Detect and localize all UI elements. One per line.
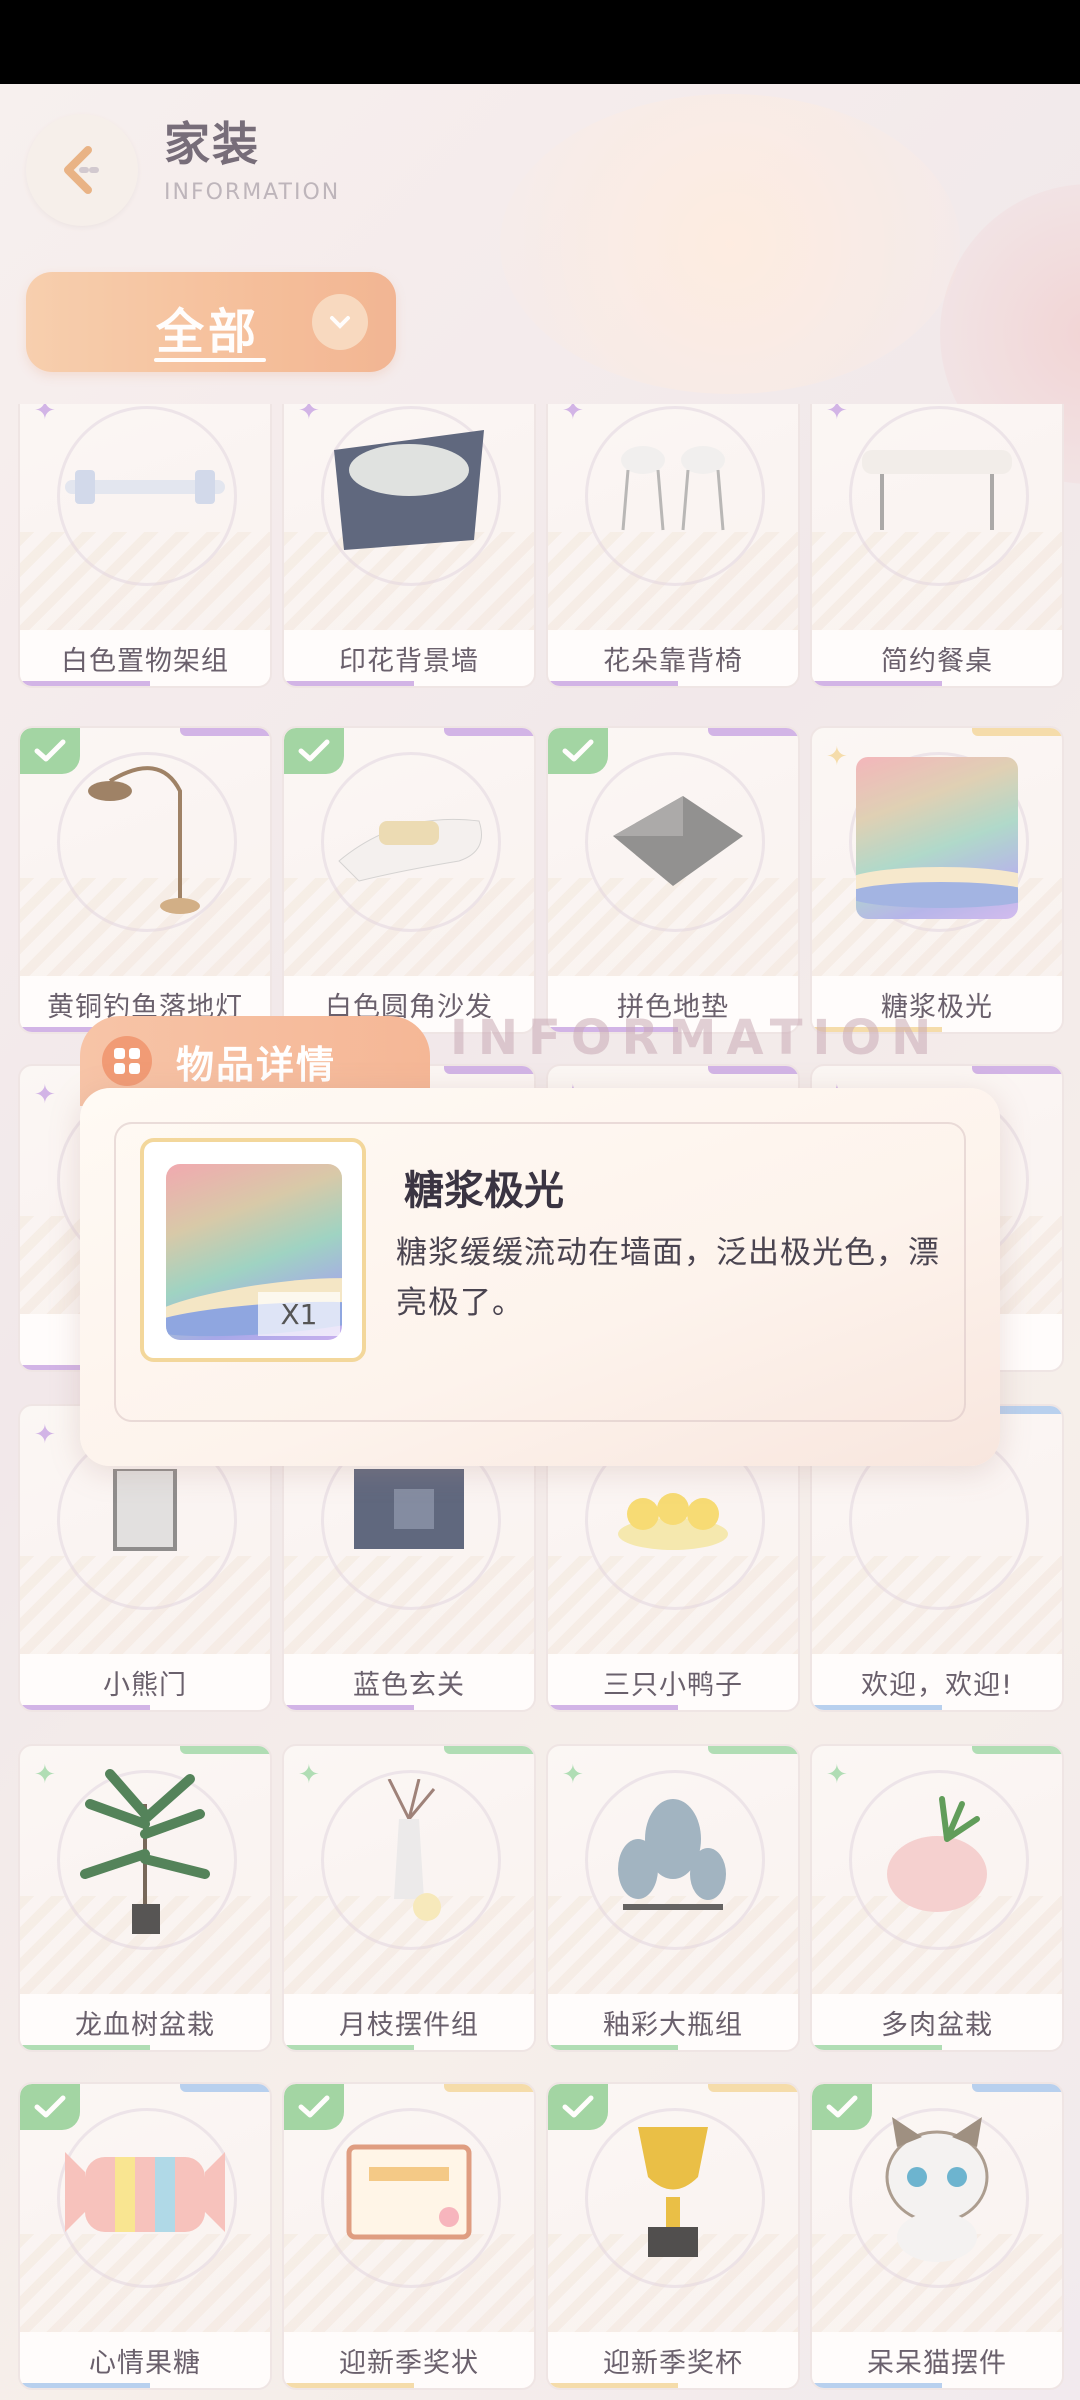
item-count: X1 <box>258 1292 340 1336</box>
item-name: 糖浆极光 <box>404 1168 564 1214</box>
status-bar <box>0 0 1080 84</box>
modal-watermark: INFORMATION <box>450 1010 942 1066</box>
grid-icon <box>102 1036 152 1086</box>
item-thumbnail: X1 <box>140 1138 366 1362</box>
item-description: 糖浆缓缓流动在墙面，泛出极光色，漂亮极了。 <box>396 1235 940 1321</box>
modal-title: 物品详情 <box>176 1043 337 1087</box>
